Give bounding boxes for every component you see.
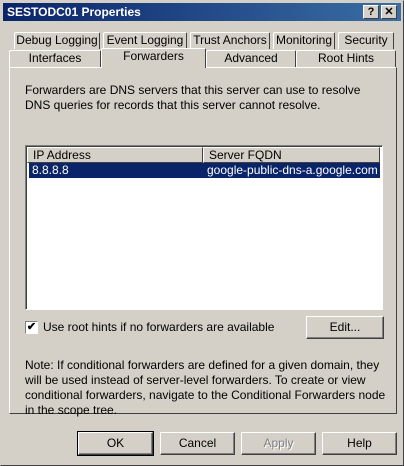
list-item-ip: 8.8.8.8 xyxy=(32,163,69,177)
apply-button[interactable]: Apply xyxy=(241,432,316,455)
tab-advanced[interactable]: Advanced xyxy=(206,50,296,67)
column-header-server-fqdn[interactable]: Server FQDN xyxy=(203,147,380,163)
forwarders-panel: Forwarders are DNS servers that this ser… xyxy=(9,67,397,417)
help-title-button[interactable]: ? xyxy=(363,5,379,19)
column-header-ip-address[interactable]: IP Address xyxy=(27,147,203,163)
tab-monitoring[interactable]: Monitoring xyxy=(273,32,335,49)
forwarders-description: Forwarders are DNS servers that this ser… xyxy=(25,83,361,112)
tab-root-hints[interactable]: Root Hints xyxy=(296,50,396,67)
tab-debug-logging[interactable]: Debug Logging xyxy=(14,32,100,49)
tab-trust-anchors[interactable]: Trust Anchors xyxy=(190,32,270,49)
edit-button[interactable]: Edit... xyxy=(306,316,384,339)
apply-button-label: Apply xyxy=(263,436,294,450)
conditional-forwarders-note: Note: If conditional forwarders are defi… xyxy=(25,358,386,417)
tab-security[interactable]: Security xyxy=(338,32,394,49)
list-item-fqdn: google-public-dns-a.google.com xyxy=(207,163,378,177)
use-root-hints-checkbox[interactable]: ✔ xyxy=(25,321,38,334)
ok-button[interactable]: OK xyxy=(77,431,154,456)
cancel-button[interactable]: Cancel xyxy=(160,432,235,455)
check-icon: ✔ xyxy=(26,321,37,333)
title-bar: SESTODC01 Properties ? ✕ xyxy=(3,3,401,21)
tab-event-logging[interactable]: Event Logging xyxy=(103,32,187,49)
help-button[interactable]: Help xyxy=(322,432,397,455)
properties-dialog: SESTODC01 Properties ? ✕ Debug Logging E… xyxy=(0,0,404,466)
forwarders-list[interactable]: IP Address Server FQDN 8.8.8.8 google-pu… xyxy=(25,145,383,310)
close-icon: ✕ xyxy=(384,6,394,18)
close-button[interactable]: ✕ xyxy=(381,5,397,19)
window-title: SESTODC01 Properties xyxy=(7,5,141,19)
tab-forwarders[interactable]: Forwarders xyxy=(101,48,206,68)
tab-interfaces[interactable]: Interfaces xyxy=(9,50,101,67)
list-item[interactable]: 8.8.8.8 google-public-dns-a.google.com xyxy=(29,163,380,178)
use-root-hints-label[interactable]: Use root hints if no forwarders are avai… xyxy=(43,321,274,334)
